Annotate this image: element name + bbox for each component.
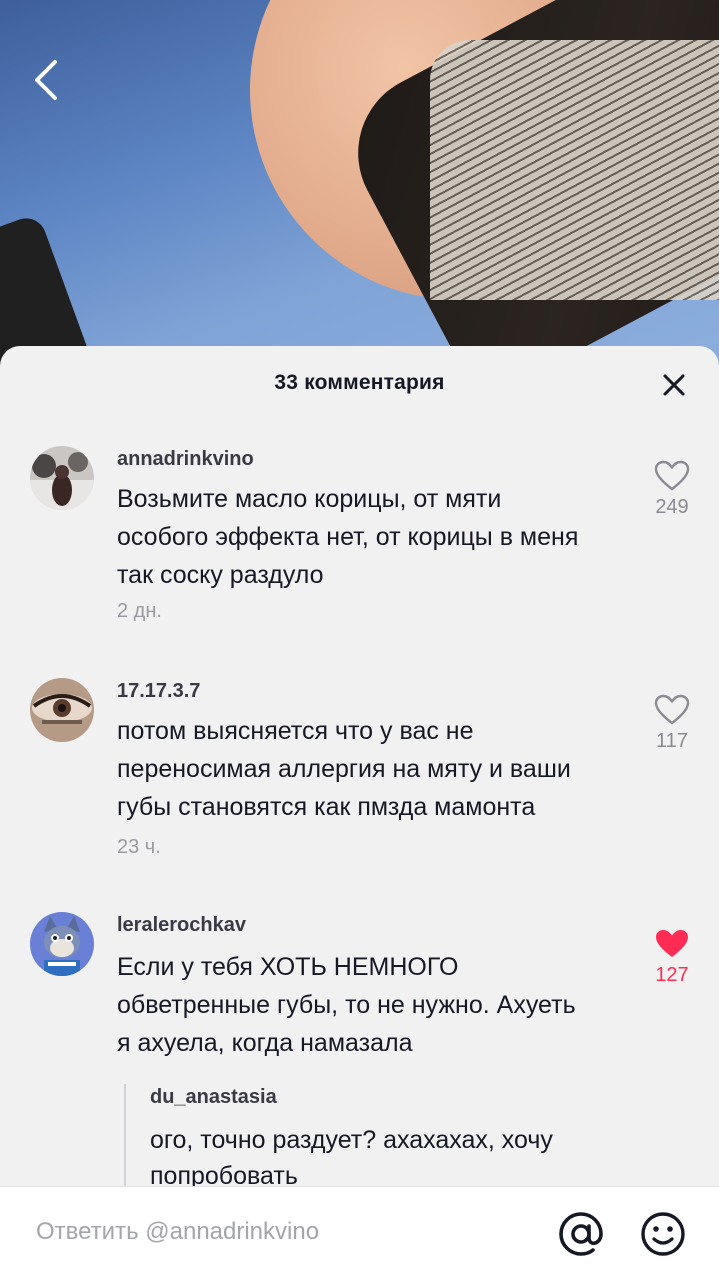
- heart-filled-icon: [656, 930, 688, 957]
- like-count: 117: [656, 730, 688, 752]
- comment-username[interactable]: annadrinkvino: [117, 448, 254, 471]
- like-button[interactable]: 117: [630, 694, 714, 753]
- like-count: 127: [655, 964, 689, 986]
- comment-text: Возьмите масло корицы, от мяти особого э…: [117, 485, 579, 589]
- comment-text: Если у тебя ХОТЬ НЕМНОГО обветренные губ…: [117, 953, 576, 1057]
- reply-input-bar: Ответить @annadrinkvino: [0, 1186, 719, 1281]
- comments-sheet: 33 комментария annadrinkvino Возьмите ма…: [0, 346, 719, 1280]
- video-background: [0, 0, 719, 400]
- sheet-header: 33 комментария: [0, 346, 719, 422]
- like-count: 249: [655, 496, 689, 518]
- video-bottle-label: [430, 40, 719, 300]
- emoji-icon: [641, 1212, 685, 1256]
- like-button[interactable]: 127: [630, 928, 714, 987]
- avatar[interactable]: [30, 912, 94, 976]
- emoji-button[interactable]: [638, 1209, 688, 1259]
- avatar[interactable]: [30, 678, 94, 742]
- reply-input[interactable]: Ответить @annadrinkvino: [36, 1218, 319, 1246]
- back-chevron-icon: [35, 60, 57, 100]
- mention-button[interactable]: [556, 1209, 606, 1259]
- close-button[interactable]: [659, 370, 689, 400]
- avatar[interactable]: [30, 446, 94, 510]
- comment-time: 2 дн.: [117, 600, 162, 622]
- at-icon: [559, 1212, 603, 1256]
- close-icon: [663, 374, 685, 396]
- back-button[interactable]: [22, 56, 70, 104]
- reply-text: ого, точно раздует? ахахахах, хочу попро…: [150, 1126, 553, 1190]
- comment-text: потом выясняется что у вас не переносима…: [117, 717, 571, 821]
- comment-username[interactable]: 17.17.3.7: [117, 680, 200, 703]
- heart-outline-icon: [654, 460, 690, 491]
- reply-username[interactable]: du_anastasia: [150, 1086, 277, 1109]
- heart-outline-icon: [654, 694, 690, 725]
- comment-time: 23 ч.: [117, 836, 161, 858]
- comments-count-title: 33 комментария: [274, 371, 445, 394]
- comment-username[interactable]: leralerochkav: [117, 914, 246, 937]
- like-button[interactable]: 249: [630, 460, 714, 519]
